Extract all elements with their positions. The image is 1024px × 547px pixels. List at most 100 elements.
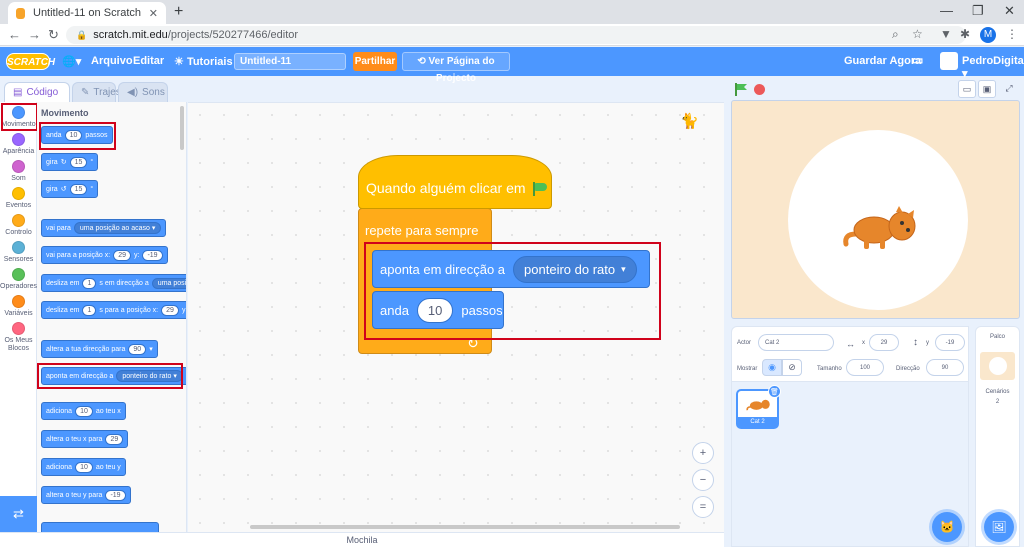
edit-menu[interactable]: Editar (133, 55, 164, 67)
stage-canvas[interactable] (731, 100, 1020, 319)
size-input[interactable]: 100 (846, 359, 884, 376)
browser-profile-avatar[interactable]: M (980, 27, 996, 43)
palette-block-glide-to[interactable]: desliza em 1 s em direcção a uma posiçã (41, 274, 186, 292)
tab-close-icon[interactable]: ✕ (149, 7, 158, 20)
category-variaveis[interactable]: Variáveis (0, 295, 37, 317)
glide-target-dropdown[interactable]: uma posiçã (151, 277, 186, 289)
hide-sprite-toggle[interactable]: ⊘ (782, 359, 802, 376)
palette-block-point-towards[interactable]: aponta em direcção a ponteiro do rato ▾ (41, 367, 186, 385)
bookmark-star-icon[interactable]: ☆ (912, 27, 923, 41)
goto-target-dropdown[interactable]: uma posição ao acaso ▾ (73, 222, 162, 234)
sprite-name-input[interactable]: Cat 2 (758, 334, 834, 351)
tab-code[interactable]: ▤ Código (4, 82, 70, 102)
file-menu[interactable]: Arquivo (91, 55, 133, 67)
glide-seconds-input[interactable]: 1 (82, 277, 97, 289)
x-position-input[interactable]: 29 (869, 334, 899, 351)
fullscreen-button[interactable]: ⤢ (1000, 80, 1018, 98)
save-now-button[interactable]: Guardar Agora (844, 55, 921, 67)
new-tab-icon[interactable]: + (174, 3, 183, 21)
backpack-bar[interactable]: Mochila (0, 532, 724, 547)
tutorials-menu[interactable]: ☀ Tutoriais (174, 55, 233, 68)
palette-block-goto-xy[interactable]: vai para a posição x: 29 y: -19 (41, 246, 168, 264)
minimize-icon[interactable]: — (940, 3, 953, 18)
palette-block-turn-right[interactable]: gira ↻ 15 ° (41, 153, 99, 171)
palette-block-move[interactable]: anda 10 passos (41, 126, 113, 144)
user-avatar[interactable] (940, 52, 958, 70)
turn-right-degrees-input[interactable]: 15 (69, 156, 88, 168)
goto-x-input[interactable]: 29 (113, 249, 131, 261)
small-stage-button[interactable]: ▭ (958, 80, 976, 98)
palette-block-glide-xy[interactable]: desliza em 1 s para a posição x: 29 y: (41, 301, 186, 319)
forward-arrow-icon[interactable]: → (28, 27, 41, 42)
palette-block-turn-left[interactable]: gira ↺ 15 ° (41, 180, 99, 198)
extension-filter-icon[interactable]: ▼ (940, 27, 952, 41)
goto-y-input[interactable]: -19 (142, 249, 163, 261)
extensions-puzzle-icon[interactable]: ✱ (960, 27, 970, 41)
browser-menu-icon[interactable]: ⋮ (1006, 27, 1018, 41)
tab-sounds[interactable]: ◀) Sons (118, 82, 168, 102)
add-backdrop-button[interactable]: 🖼 (984, 512, 1014, 542)
category-os-meus-blocos[interactable]: Os Meus Blocos (0, 322, 37, 353)
category-eventos[interactable]: Eventos (0, 187, 37, 209)
change-x-input[interactable]: 10 (75, 405, 93, 417)
script-point-towards-dropdown[interactable]: ponteiro do rato ▾ (513, 255, 637, 283)
category-aparencia[interactable]: Aparência (0, 133, 37, 155)
script-move-block[interactable]: anda 10 passos (372, 291, 504, 329)
reload-icon[interactable]: ↻ (48, 27, 59, 43)
turn-left-degrees-input[interactable]: 15 (69, 183, 88, 195)
move-steps-input[interactable]: 10 (64, 129, 83, 141)
y-position-input[interactable]: -19 (935, 334, 965, 351)
cat-sprite[interactable] (842, 204, 922, 252)
add-sprite-button[interactable]: 🐱 (932, 512, 962, 542)
show-sprite-toggle[interactable]: ◉ (762, 359, 782, 376)
script-move-steps-input[interactable]: 10 (416, 297, 454, 323)
point-towards-dropdown[interactable]: ponteiro do rato ▾ (116, 370, 183, 382)
change-y-input[interactable]: 10 (75, 461, 93, 473)
palette-block-set-y[interactable]: altera o teu y para -19 (41, 486, 131, 504)
stage-thumbnail[interactable] (980, 352, 1015, 380)
stop-button[interactable] (754, 84, 765, 95)
category-controlo[interactable]: Controlo (0, 214, 37, 236)
tab-costumes[interactable]: ✎ Trajes (72, 82, 121, 102)
scratch-logo[interactable]: SCRATCH (6, 53, 55, 70)
zoom-reset-button[interactable]: = (692, 496, 714, 518)
direction-input[interactable]: 90 (128, 343, 147, 355)
palette-scrollbar[interactable] (180, 106, 184, 150)
add-extension-button[interactable]: ⇄ (0, 496, 37, 532)
user-menu[interactable]: PedroDigitall ▾ (962, 55, 1024, 80)
green-flag-button[interactable] (734, 83, 748, 96)
script-point-towards-block[interactable]: aponta em direcção a ponteiro do rato ▾ (372, 250, 650, 288)
palette-block-change-x[interactable]: adiciona 10 ao teu x (41, 402, 126, 420)
glide-x-input[interactable]: 29 (161, 304, 179, 316)
address-bar: ← → ↻ 🔒 scratch.mit.edu /projects/520277… (0, 24, 1024, 46)
zoom-magnifier-icon[interactable]: ⌕ (892, 27, 899, 42)
maximize-icon[interactable]: ❐ (972, 3, 984, 19)
zoom-in-button[interactable]: + (692, 442, 714, 464)
palette-block-point-direction[interactable]: altera a tua direcção para 90 ▾ (41, 340, 158, 358)
glide-xy-seconds-input[interactable]: 1 (82, 304, 97, 316)
category-som[interactable]: Som (0, 160, 37, 182)
share-button[interactable]: Partilhar (353, 52, 397, 71)
category-operadores[interactable]: Operadores (0, 268, 37, 290)
project-title-input[interactable]: Untitled-11 (234, 53, 346, 70)
palette-block-partial[interactable] (41, 522, 159, 532)
language-menu[interactable]: 🌐▾ (62, 55, 81, 68)
see-project-page-button[interactable]: ⟲ Ver Página do Projecto (402, 52, 510, 84)
script-when-flag-clicked-block[interactable]: Quando alguém clicar em (358, 155, 552, 209)
browser-tab[interactable]: Untitled-11 on Scratch ✕ (8, 2, 166, 24)
large-stage-button[interactable]: ▣ (978, 80, 996, 98)
palette-block-goto[interactable]: vai para uma posição ao acaso ▾ (41, 219, 167, 237)
palette-block-set-x[interactable]: altera o teu x para 29 (41, 430, 129, 448)
category-sensores[interactable]: Sensores (0, 241, 37, 263)
workspace-horizontal-scrollbar[interactable] (250, 525, 680, 529)
back-arrow-icon[interactable]: ← (8, 27, 21, 42)
window-close-icon[interactable]: ✕ (1004, 3, 1015, 19)
url-input[interactable]: 🔒 scratch.mit.edu /projects/520277466/ed… (66, 26, 966, 44)
set-y-input[interactable]: -19 (105, 489, 126, 501)
set-x-input[interactable]: 29 (105, 433, 124, 445)
my-stuff-folder-icon[interactable]: ▭ (912, 53, 923, 67)
zoom-out-button[interactable]: − (692, 469, 714, 491)
delete-sprite-button[interactable]: 🗑 (768, 385, 781, 398)
palette-block-change-y[interactable]: adiciona 10 ao teu y (41, 458, 126, 476)
direction-input[interactable]: 90 (926, 359, 964, 376)
